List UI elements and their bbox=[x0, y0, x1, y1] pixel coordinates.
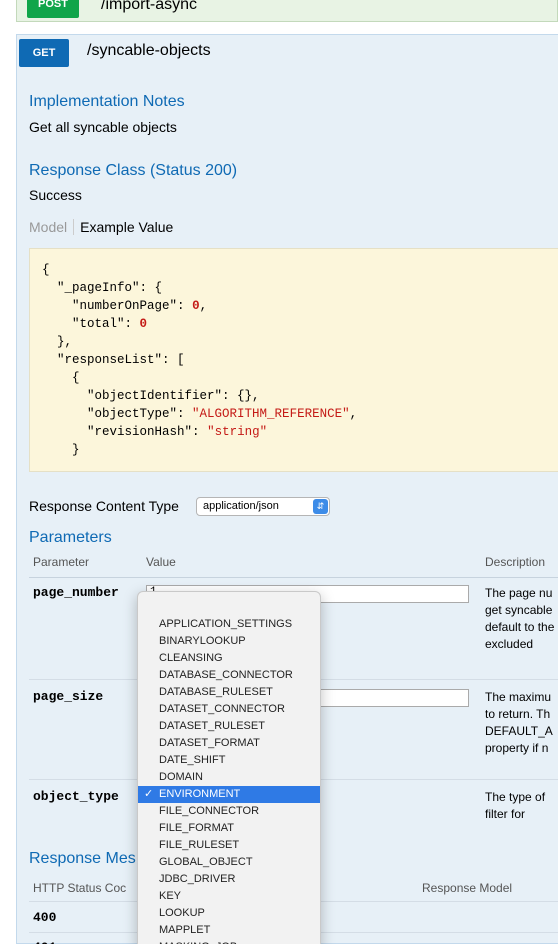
dropdown-option-label: MAPPLET bbox=[159, 924, 211, 936]
param-desc-object-type: The type of filter for bbox=[485, 790, 546, 821]
tab-model[interactable]: Model bbox=[29, 219, 75, 235]
response-content-type-label: Response Content Type bbox=[29, 498, 179, 514]
status-code-400: 400 bbox=[33, 910, 57, 925]
dropdown-option[interactable]: DATASET_CONNECTOR bbox=[138, 701, 320, 718]
dropdown-option[interactable]: DOMAIN bbox=[138, 769, 320, 786]
dropdown-option-label: ENVIRONMENT bbox=[159, 788, 241, 800]
response-content-type-select[interactable]: application/json ⇵ bbox=[196, 497, 330, 516]
dropdown-option[interactable]: BINARYLOOKUP bbox=[138, 633, 320, 650]
dropdown-option-label: APPLICATION_SETTINGS bbox=[159, 618, 293, 630]
dropdown-option[interactable]: LOOKUP bbox=[138, 905, 320, 922]
resp-header-status-code: HTTP Status Coc bbox=[33, 881, 127, 895]
dropdown-option[interactable]: APPLICATION_SETTINGS bbox=[138, 616, 320, 633]
dropdown-option-label: DOMAIN bbox=[159, 771, 203, 783]
dropdown-option[interactable]: MASKING_JOB bbox=[138, 939, 320, 944]
param-header-description: Description bbox=[485, 555, 546, 569]
example-value-box[interactable]: { "_pageInfo": { "numberOnPage": 0, "tot… bbox=[29, 248, 558, 472]
dropdown-option[interactable]: FILE_RULESET bbox=[138, 837, 320, 854]
checkmark-icon: ✓ bbox=[144, 788, 154, 800]
select-arrows-icon: ⇵ bbox=[313, 499, 328, 514]
dropdown-option[interactable]: CLEANSING bbox=[138, 650, 320, 667]
get-method-badge: GET bbox=[19, 39, 69, 67]
dropdown-option[interactable]: GLOBAL_OBJECT bbox=[138, 854, 320, 871]
dropdown-option-label: CLEANSING bbox=[159, 652, 223, 664]
dropdown-option-label: BINARYLOOKUP bbox=[159, 635, 246, 647]
dropdown-option-label: DATE_SHIFT bbox=[159, 754, 226, 766]
dropdown-option-label: JDBC_DRIVER bbox=[159, 873, 236, 885]
param-name-object-type: object_type bbox=[33, 789, 119, 804]
tab-example-value[interactable]: Example Value bbox=[74, 219, 173, 235]
post-operation-path[interactable]: /import-async bbox=[101, 0, 197, 14]
dropdown-option[interactable]: MAPPLET bbox=[138, 922, 320, 939]
param-header-parameter: Parameter bbox=[33, 555, 90, 569]
response-messages-heading: Response Mes bbox=[29, 850, 136, 867]
param-header-value: Value bbox=[146, 555, 176, 569]
dropdown-option-label: DATABASE_RULESET bbox=[159, 686, 273, 698]
response-content-type-value: application/json bbox=[203, 500, 279, 512]
param-desc-page-number: The page nu get syncable default to the … bbox=[485, 586, 555, 651]
dropdown-option-label: FILE_CONNECTOR bbox=[159, 805, 260, 817]
dropdown-option[interactable]: JDBC_DRIVER bbox=[138, 871, 320, 888]
dropdown-option-label: DATASET_FORMAT bbox=[159, 737, 260, 749]
dropdown-option[interactable]: DATASET_FORMAT bbox=[138, 735, 320, 752]
dropdown-option-label: FILE_FORMAT bbox=[159, 822, 234, 834]
post-method-badge: POST bbox=[27, 0, 79, 18]
dropdown-option[interactable]: DATASET_RULESET bbox=[138, 718, 320, 735]
header-divider bbox=[29, 577, 558, 578]
dropdown-option-label: DATASET_CONNECTOR bbox=[159, 703, 285, 715]
dropdown-option[interactable]: FILE_CONNECTOR bbox=[138, 803, 320, 820]
response-class-heading: Response Class (Status 200) bbox=[29, 162, 238, 179]
dropdown-option-label: GLOBAL_OBJECT bbox=[159, 856, 253, 868]
dropdown-option-label: KEY bbox=[159, 890, 182, 902]
dropdown-option-label: DATABASE_CONNECTOR bbox=[159, 669, 293, 681]
get-operation-header[interactable]: GET /syncable-objects bbox=[17, 35, 558, 69]
implementation-notes-heading: Implementation Notes bbox=[29, 93, 185, 110]
dropdown-option-label: LOOKUP bbox=[159, 907, 205, 919]
param-name-page-number: page_number bbox=[33, 585, 119, 600]
dropdown-option[interactable]: KEY bbox=[138, 888, 320, 905]
dropdown-option-label: FILE_RULESET bbox=[159, 839, 240, 851]
example-json: { "_pageInfo": { "numberOnPage": 0, "tot… bbox=[42, 263, 358, 457]
post-operation-bar[interactable]: POST /import-async bbox=[16, 0, 558, 22]
dropdown-option[interactable]: ✓ ENVIRONMENT bbox=[138, 786, 320, 803]
dropdown-option-label: DATASET_RULESET bbox=[159, 720, 265, 732]
param-name-page-size: page_size bbox=[33, 689, 104, 704]
implementation-notes-text: Get all syncable objects bbox=[29, 119, 177, 135]
response-class-text: Success bbox=[29, 187, 82, 203]
status-code-401: 401 bbox=[33, 940, 56, 944]
parameters-heading: Parameters bbox=[29, 529, 112, 546]
resp-header-response-model: Response Model bbox=[422, 881, 513, 895]
dropdown-option[interactable]: DATABASE_RULESET bbox=[138, 684, 320, 701]
get-operation-path[interactable]: /syncable-objects bbox=[87, 42, 211, 60]
dropdown-option[interactable]: DATABASE_CONNECTOR bbox=[138, 667, 320, 684]
param-desc-page-size: The maximu to return. Th DEFAULT_A prope… bbox=[485, 690, 553, 755]
object-type-dropdown-menu[interactable]: APPLICATION_SETTINGS BINARYLOOKUP CLEANSIN… bbox=[137, 591, 321, 944]
model-tabs: Model Example Value bbox=[29, 219, 173, 235]
dropdown-option[interactable]: FILE_FORMAT bbox=[138, 820, 320, 837]
dropdown-option[interactable]: DATE_SHIFT bbox=[138, 752, 320, 769]
